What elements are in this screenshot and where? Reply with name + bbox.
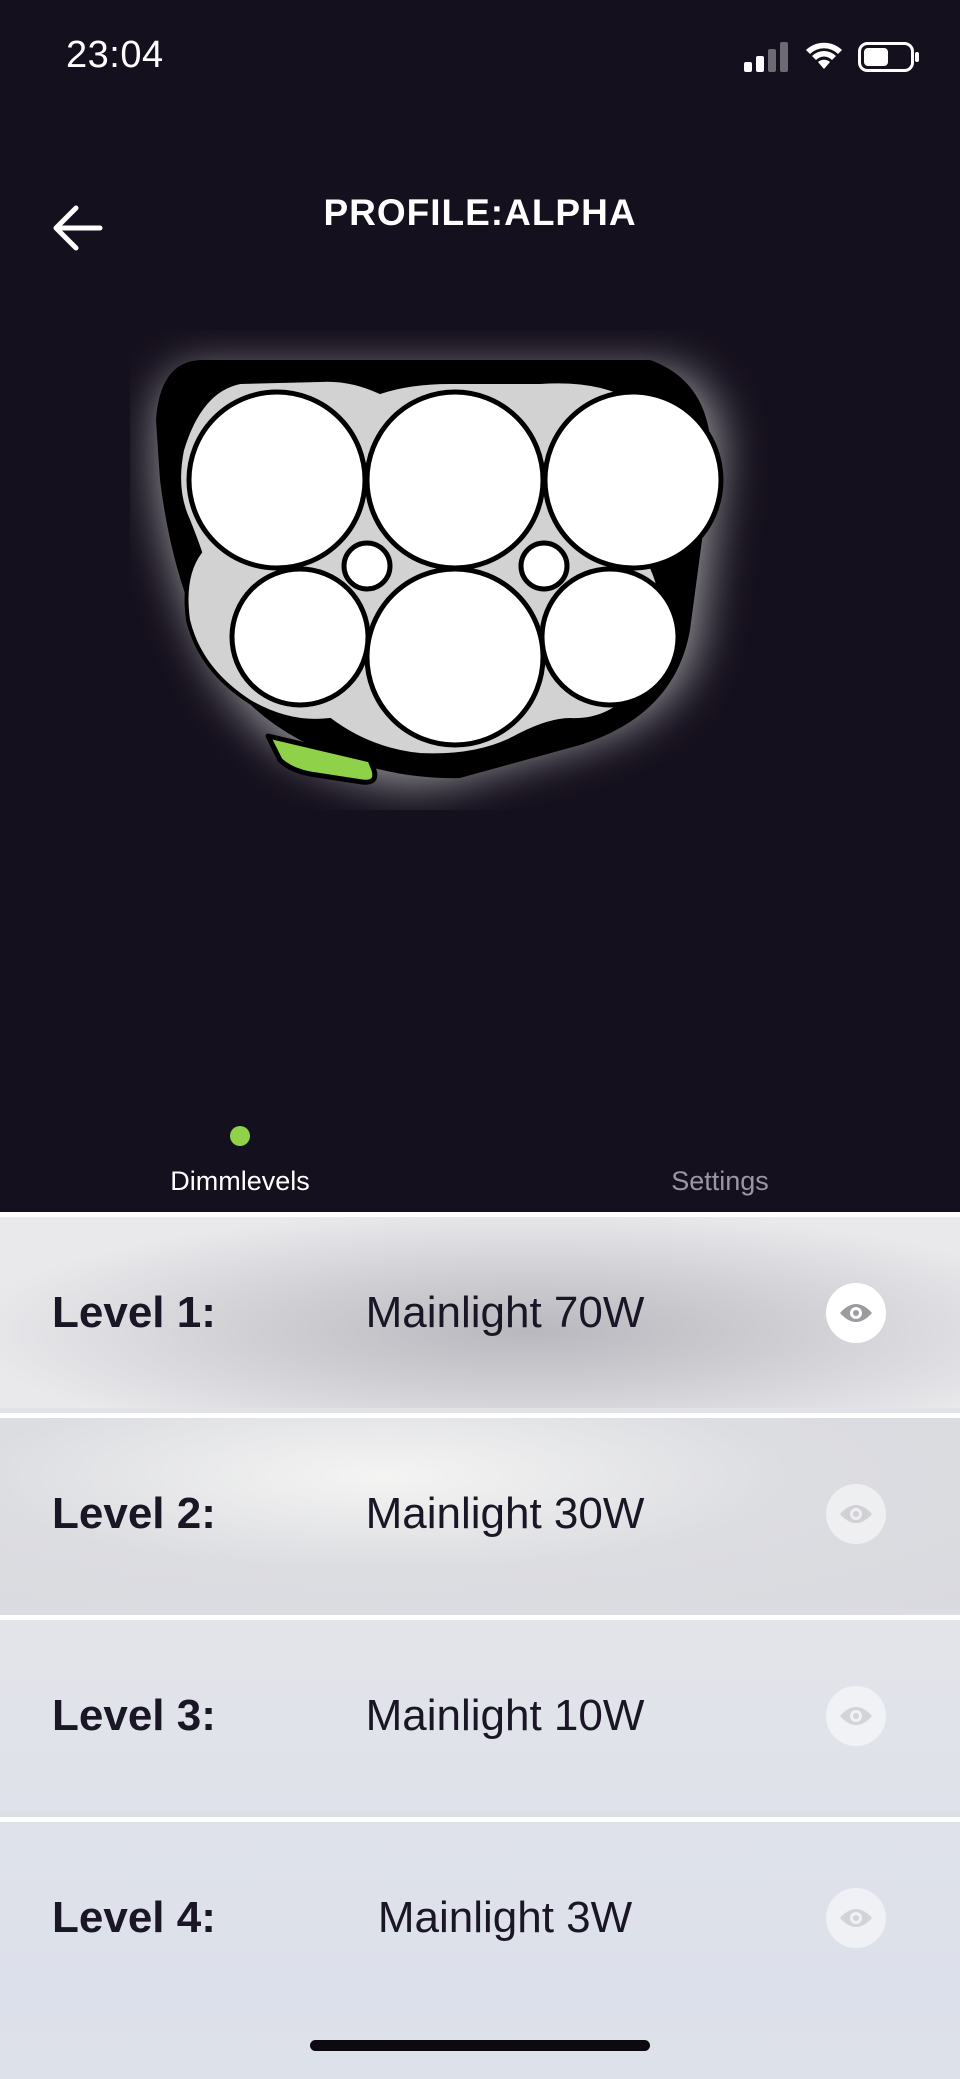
list-item[interactable]: Level 2: Mainlight 30W xyxy=(0,1413,960,1609)
level-value: Mainlight 3W xyxy=(377,1893,633,1942)
list-item[interactable]: Level 4: Mainlight 3W xyxy=(0,1817,960,2013)
lamp-illustration xyxy=(130,330,810,810)
status-icons xyxy=(744,42,920,72)
status-time: 23:04 xyxy=(66,34,164,76)
level-value: Mainlight 30W xyxy=(365,1489,645,1538)
eye-icon xyxy=(840,1707,872,1725)
eye-icon xyxy=(840,1909,872,1927)
wifi-icon xyxy=(806,42,842,69)
page-title: PROFILE:ALPHA xyxy=(323,192,637,233)
list-item[interactable]: Level 3: Mainlight 10W xyxy=(0,1615,960,1811)
home-indicator[interactable] xyxy=(310,2040,650,2051)
visibility-toggle[interactable] xyxy=(826,1283,886,1343)
visibility-toggle[interactable] xyxy=(826,1686,886,1746)
level-label: Level 1: xyxy=(52,1288,216,1337)
dimm-level-list: Level 1: Mainlight 70W Level 2: Mainligh… xyxy=(0,1212,960,2079)
tab-label: Settings xyxy=(671,1166,769,1196)
level-label: Level 2: xyxy=(52,1489,216,1538)
signal-icon xyxy=(744,42,788,72)
battery-icon xyxy=(858,42,919,72)
level-value: Mainlight 70W xyxy=(365,1288,645,1337)
tab-label: Dimmlevels xyxy=(170,1166,310,1196)
tab-dimmlevels[interactable]: Dimmlevels xyxy=(90,1120,390,1212)
tab-settings[interactable]: Settings xyxy=(570,1120,870,1212)
active-tab-indicator xyxy=(230,1126,250,1146)
level-value: Mainlight 10W xyxy=(365,1691,645,1740)
status-bar: 23:04 xyxy=(0,0,960,118)
eye-icon xyxy=(840,1505,872,1523)
tab-bar: Dimmlevels Settings xyxy=(0,1120,960,1212)
visibility-toggle[interactable] xyxy=(826,1484,886,1544)
level-label: Level 3: xyxy=(52,1691,216,1740)
level-label: Level 4: xyxy=(52,1893,216,1942)
eye-icon xyxy=(840,1304,872,1322)
visibility-toggle[interactable] xyxy=(826,1888,886,1948)
list-item[interactable]: Level 1: Mainlight 70W xyxy=(0,1212,960,1408)
